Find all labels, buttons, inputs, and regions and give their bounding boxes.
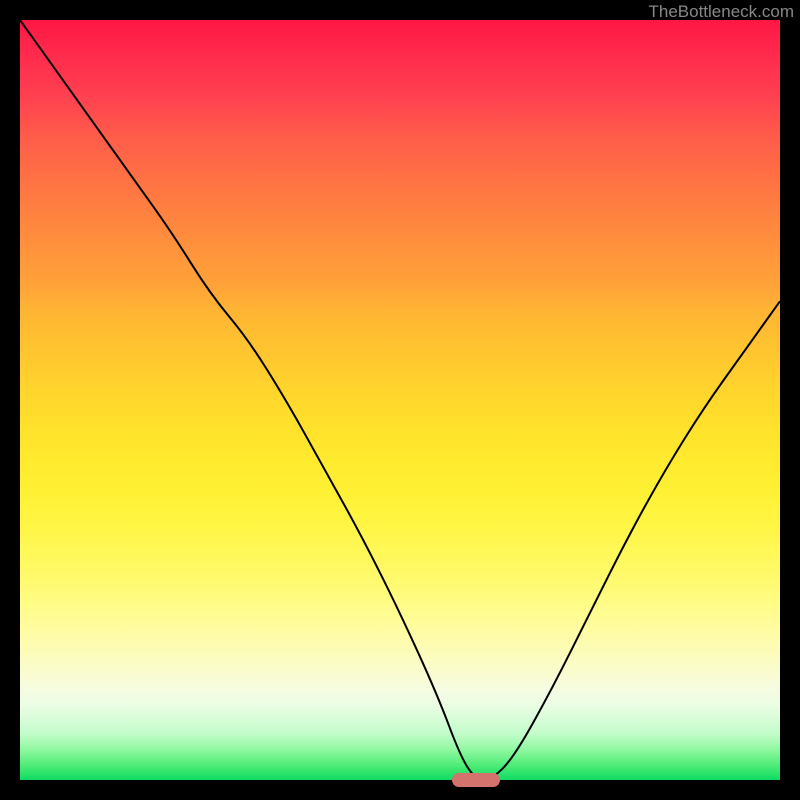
chart-container: TheBottleneck.com bbox=[0, 0, 800, 800]
curve-svg bbox=[20, 20, 780, 780]
bottleneck-curve bbox=[20, 20, 780, 780]
optimal-marker bbox=[452, 773, 500, 787]
watermark-text: TheBottleneck.com bbox=[648, 2, 794, 22]
